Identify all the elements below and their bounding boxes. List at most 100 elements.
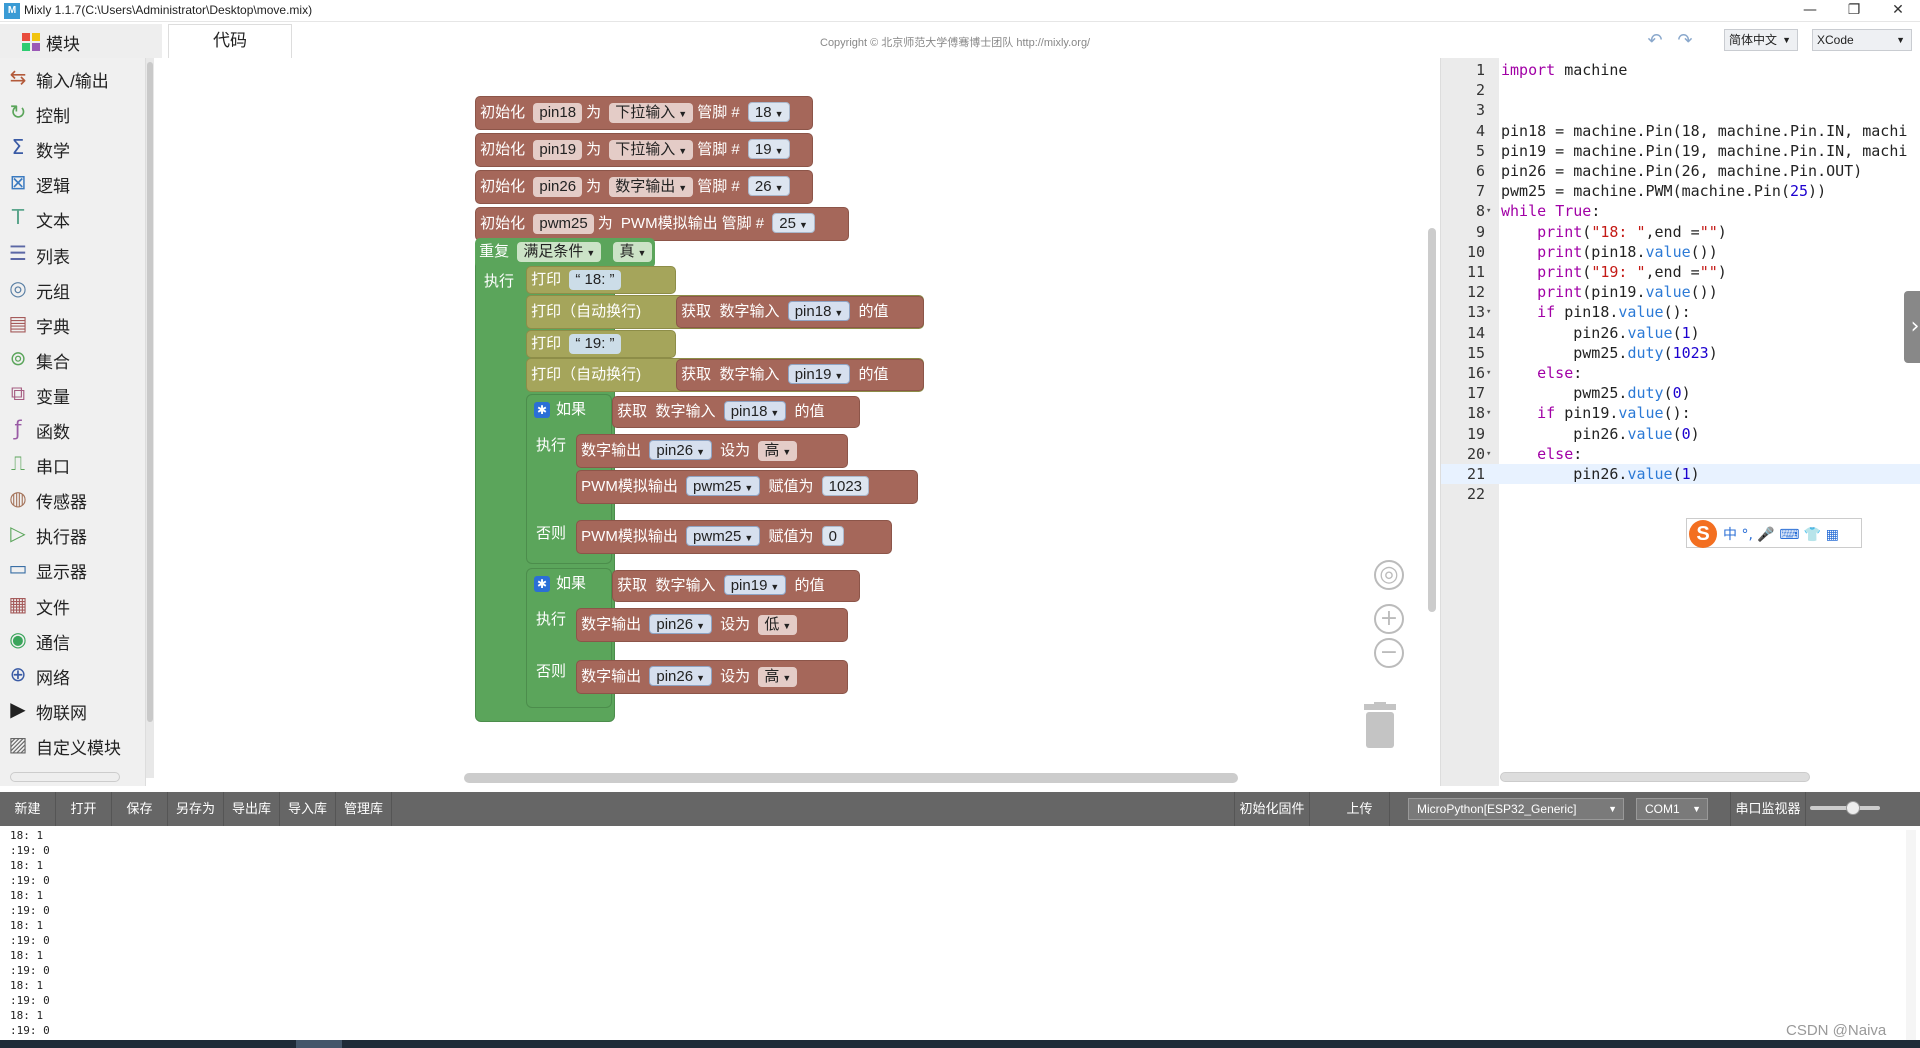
board-select[interactable]: MicroPython[ESP32_Generic] ▼: [1408, 798, 1624, 820]
print-block-18[interactable]: 打印 “ 18: ”: [526, 266, 676, 294]
init-block-pwm25[interactable]: 初始化 pwm25 为 PWM模拟输出 管脚 # 25 ▼: [475, 207, 849, 241]
sidebar-item-8[interactable]: ▤ 字典: [0, 306, 140, 341]
trash-icon[interactable]: [1362, 702, 1398, 750]
output-console[interactable]: 18: 1:19: 0 18: 1:19: 0 18: 1:19: 0 18: 1:1…: [0, 826, 1920, 1040]
pwm-write-block[interactable]: PWM模拟输出 pwm25 ▼ 赋值为 0: [576, 520, 892, 554]
sidebar-item-2[interactable]: ↻ 控制: [0, 95, 140, 130]
save-as-button[interactable]: 另存为: [168, 792, 224, 826]
tab-modules[interactable]: 模块: [0, 24, 162, 58]
var-field[interactable]: pwm25: [533, 214, 594, 234]
get-digital-input-block[interactable]: 获取 数字输入 pin18 ▼ 的值: [612, 396, 860, 428]
digital-write-block[interactable]: 数字输出 pin26 ▼ 设为 低 ▼: [576, 608, 848, 642]
var-dropdown[interactable]: pin19 ▼: [723, 575, 787, 595]
sidebar-item-5[interactable]: T 文本: [0, 200, 140, 235]
code-line[interactable]: 13 ▾ if pin18.value():: [1441, 302, 1920, 322]
workspace-hscrollbar[interactable]: [464, 773, 1238, 783]
code-line[interactable]: 15 pwm25.duty(1023): [1441, 343, 1920, 363]
sidebar-item-20[interactable]: ▨ 自定义模块: [0, 727, 140, 762]
code-line[interactable]: 12 print(pin19.value()): [1441, 282, 1920, 302]
code-line[interactable]: 16 ▾ else:: [1441, 363, 1920, 383]
var-dropdown[interactable]: pin26 ▼: [649, 666, 712, 686]
code-line[interactable]: 11 print("19: ",end =""): [1441, 262, 1920, 282]
manage-lib-button[interactable]: 管理库: [336, 792, 392, 826]
sidebar-item-13[interactable]: ◍ 传感器: [0, 481, 140, 516]
ime-toolbar[interactable]: S 中 °, 🎤 ⌨ 👕 ▦: [1686, 518, 1862, 548]
var-field[interactable]: pin19: [533, 140, 583, 160]
pwm-write-block[interactable]: PWM模拟输出 pwm25 ▼ 赋值为 1023: [576, 470, 918, 504]
pin-dropdown[interactable]: 25 ▼: [772, 213, 815, 233]
tab-code[interactable]: 代码: [168, 24, 292, 58]
string-literal[interactable]: “ 18: ”: [569, 270, 621, 290]
recenter-icon[interactable]: ◎: [1374, 560, 1404, 590]
open-button[interactable]: 打开: [56, 792, 112, 826]
var-dropdown[interactable]: pin18 ▼: [787, 301, 851, 321]
get-digital-input-block[interactable]: 获取 数字输入 pin19 ▼ 的值: [612, 570, 860, 602]
level-dropdown[interactable]: 低 ▼: [758, 615, 798, 635]
var-field[interactable]: pin26: [533, 177, 583, 197]
var-dropdown[interactable]: pin26 ▼: [649, 614, 712, 634]
init-block-pin18[interactable]: 初始化 pin18 为 下拉输入 ▼ 管脚 # 18 ▼: [475, 96, 813, 130]
pin-dropdown[interactable]: 26 ▼: [747, 176, 791, 196]
sidebar-item-17[interactable]: ◉ 通信: [0, 622, 140, 657]
var-field[interactable]: pin18: [533, 103, 583, 123]
digital-write-block[interactable]: 数字输出 pin26 ▼ 设为 高 ▼: [576, 434, 848, 468]
zoom-in-icon[interactable]: +: [1374, 604, 1404, 634]
toolbox-hscrollbar[interactable]: [10, 772, 120, 782]
port-select[interactable]: COM1 ▼: [1636, 798, 1708, 820]
toolbox-scrollbar[interactable]: [146, 58, 154, 778]
pin-dropdown[interactable]: 19 ▼: [747, 139, 791, 159]
sidebar-item-11[interactable]: ƒ 函数: [0, 411, 140, 446]
code-line[interactable]: 2: [1441, 80, 1920, 100]
string-literal[interactable]: “ 19: ”: [569, 334, 621, 354]
sidebar-item-16[interactable]: ▦ 文件: [0, 587, 140, 622]
print-block-19[interactable]: 打印 “ 19: ”: [526, 330, 676, 358]
sidebar-item-4[interactable]: ⊠ 逻辑: [0, 165, 140, 200]
serial-monitor-button[interactable]: 串口监视器: [1730, 792, 1806, 826]
language-select[interactable]: 简体中文 ▼: [1724, 29, 1798, 51]
workspace-vscrollbar[interactable]: [1428, 228, 1436, 612]
digital-write-block[interactable]: 数字输出 pin26 ▼ 设为 高 ▼: [576, 660, 848, 694]
code-line[interactable]: 18 ▾ if pin19.value():: [1441, 403, 1920, 423]
theme-select[interactable]: XCode ▼: [1812, 29, 1912, 51]
code-line[interactable]: 8 ▾ while True:: [1441, 201, 1920, 221]
mode-dropdown[interactable]: 下拉输入 ▼: [609, 140, 694, 160]
number-field[interactable]: 0: [821, 526, 844, 546]
gear-icon[interactable]: ✱: [534, 401, 550, 418]
code-line[interactable]: 21 pin26.value(1): [1441, 464, 1920, 484]
mode-dropdown[interactable]: 数字输出 ▼: [609, 177, 694, 197]
upload-button[interactable]: 上传: [1330, 792, 1390, 826]
mode-dropdown[interactable]: 下拉输入 ▼: [609, 103, 694, 123]
fold-arrow-icon[interactable]: ▾: [1486, 363, 1491, 383]
init-firmware-button[interactable]: 初始化固件: [1234, 792, 1310, 826]
zoom-slider[interactable]: [1810, 801, 1880, 815]
fold-arrow-icon[interactable]: ▾: [1486, 444, 1491, 464]
code-line[interactable]: 14 pin26.value(1): [1441, 323, 1920, 343]
code-line[interactable]: 17 pwm25.duty(0): [1441, 383, 1920, 403]
get-digital-input-block[interactable]: 获取 数字输入 pin18 ▼ 的值: [676, 296, 924, 328]
condition-value[interactable]: 真 ▼: [613, 242, 653, 262]
code-editor[interactable]: 1 import machine 2 3 4 pin18 = machine.Pin(18…: [1440, 58, 1920, 786]
get-digital-input-block[interactable]: 获取 数字输入 pin19 ▼ 的值: [676, 359, 924, 391]
taskbar-active-app[interactable]: [296, 1040, 342, 1048]
var-dropdown[interactable]: pwm25 ▼: [686, 476, 761, 496]
condition-type-dropdown[interactable]: 满足条件 ▼: [517, 242, 602, 262]
number-field[interactable]: 1023: [821, 476, 870, 496]
var-dropdown[interactable]: pin18 ▼: [723, 401, 787, 421]
level-dropdown[interactable]: 高 ▼: [758, 667, 798, 687]
save-button[interactable]: 保存: [112, 792, 168, 826]
sidebar-item-12[interactable]: ⎍ 串口: [0, 446, 140, 481]
pin-dropdown[interactable]: 18 ▼: [747, 102, 791, 122]
slider-knob[interactable]: [1846, 801, 1860, 815]
code-hscrollbar[interactable]: [1500, 772, 1810, 782]
fold-arrow-icon[interactable]: ▾: [1486, 201, 1491, 221]
console-scrollbar[interactable]: [1906, 830, 1916, 1040]
sidebar-item-9[interactable]: ⊚ 集合: [0, 341, 140, 376]
code-line[interactable]: 6 pin26 = machine.Pin(26, machine.Pin.OUT…: [1441, 161, 1920, 181]
fold-arrow-icon[interactable]: ▾: [1486, 302, 1491, 322]
restore-button[interactable]: ❐: [1832, 0, 1876, 22]
code-line[interactable]: 4 pin18 = machine.Pin(18, machine.Pin.IN,…: [1441, 121, 1920, 141]
code-line[interactable]: 3: [1441, 100, 1920, 120]
sidebar-item-18[interactable]: ⊕ 网络: [0, 657, 140, 692]
sidebar-item-3[interactable]: Σ 数学: [0, 130, 140, 165]
var-dropdown[interactable]: pwm25 ▼: [686, 526, 761, 546]
